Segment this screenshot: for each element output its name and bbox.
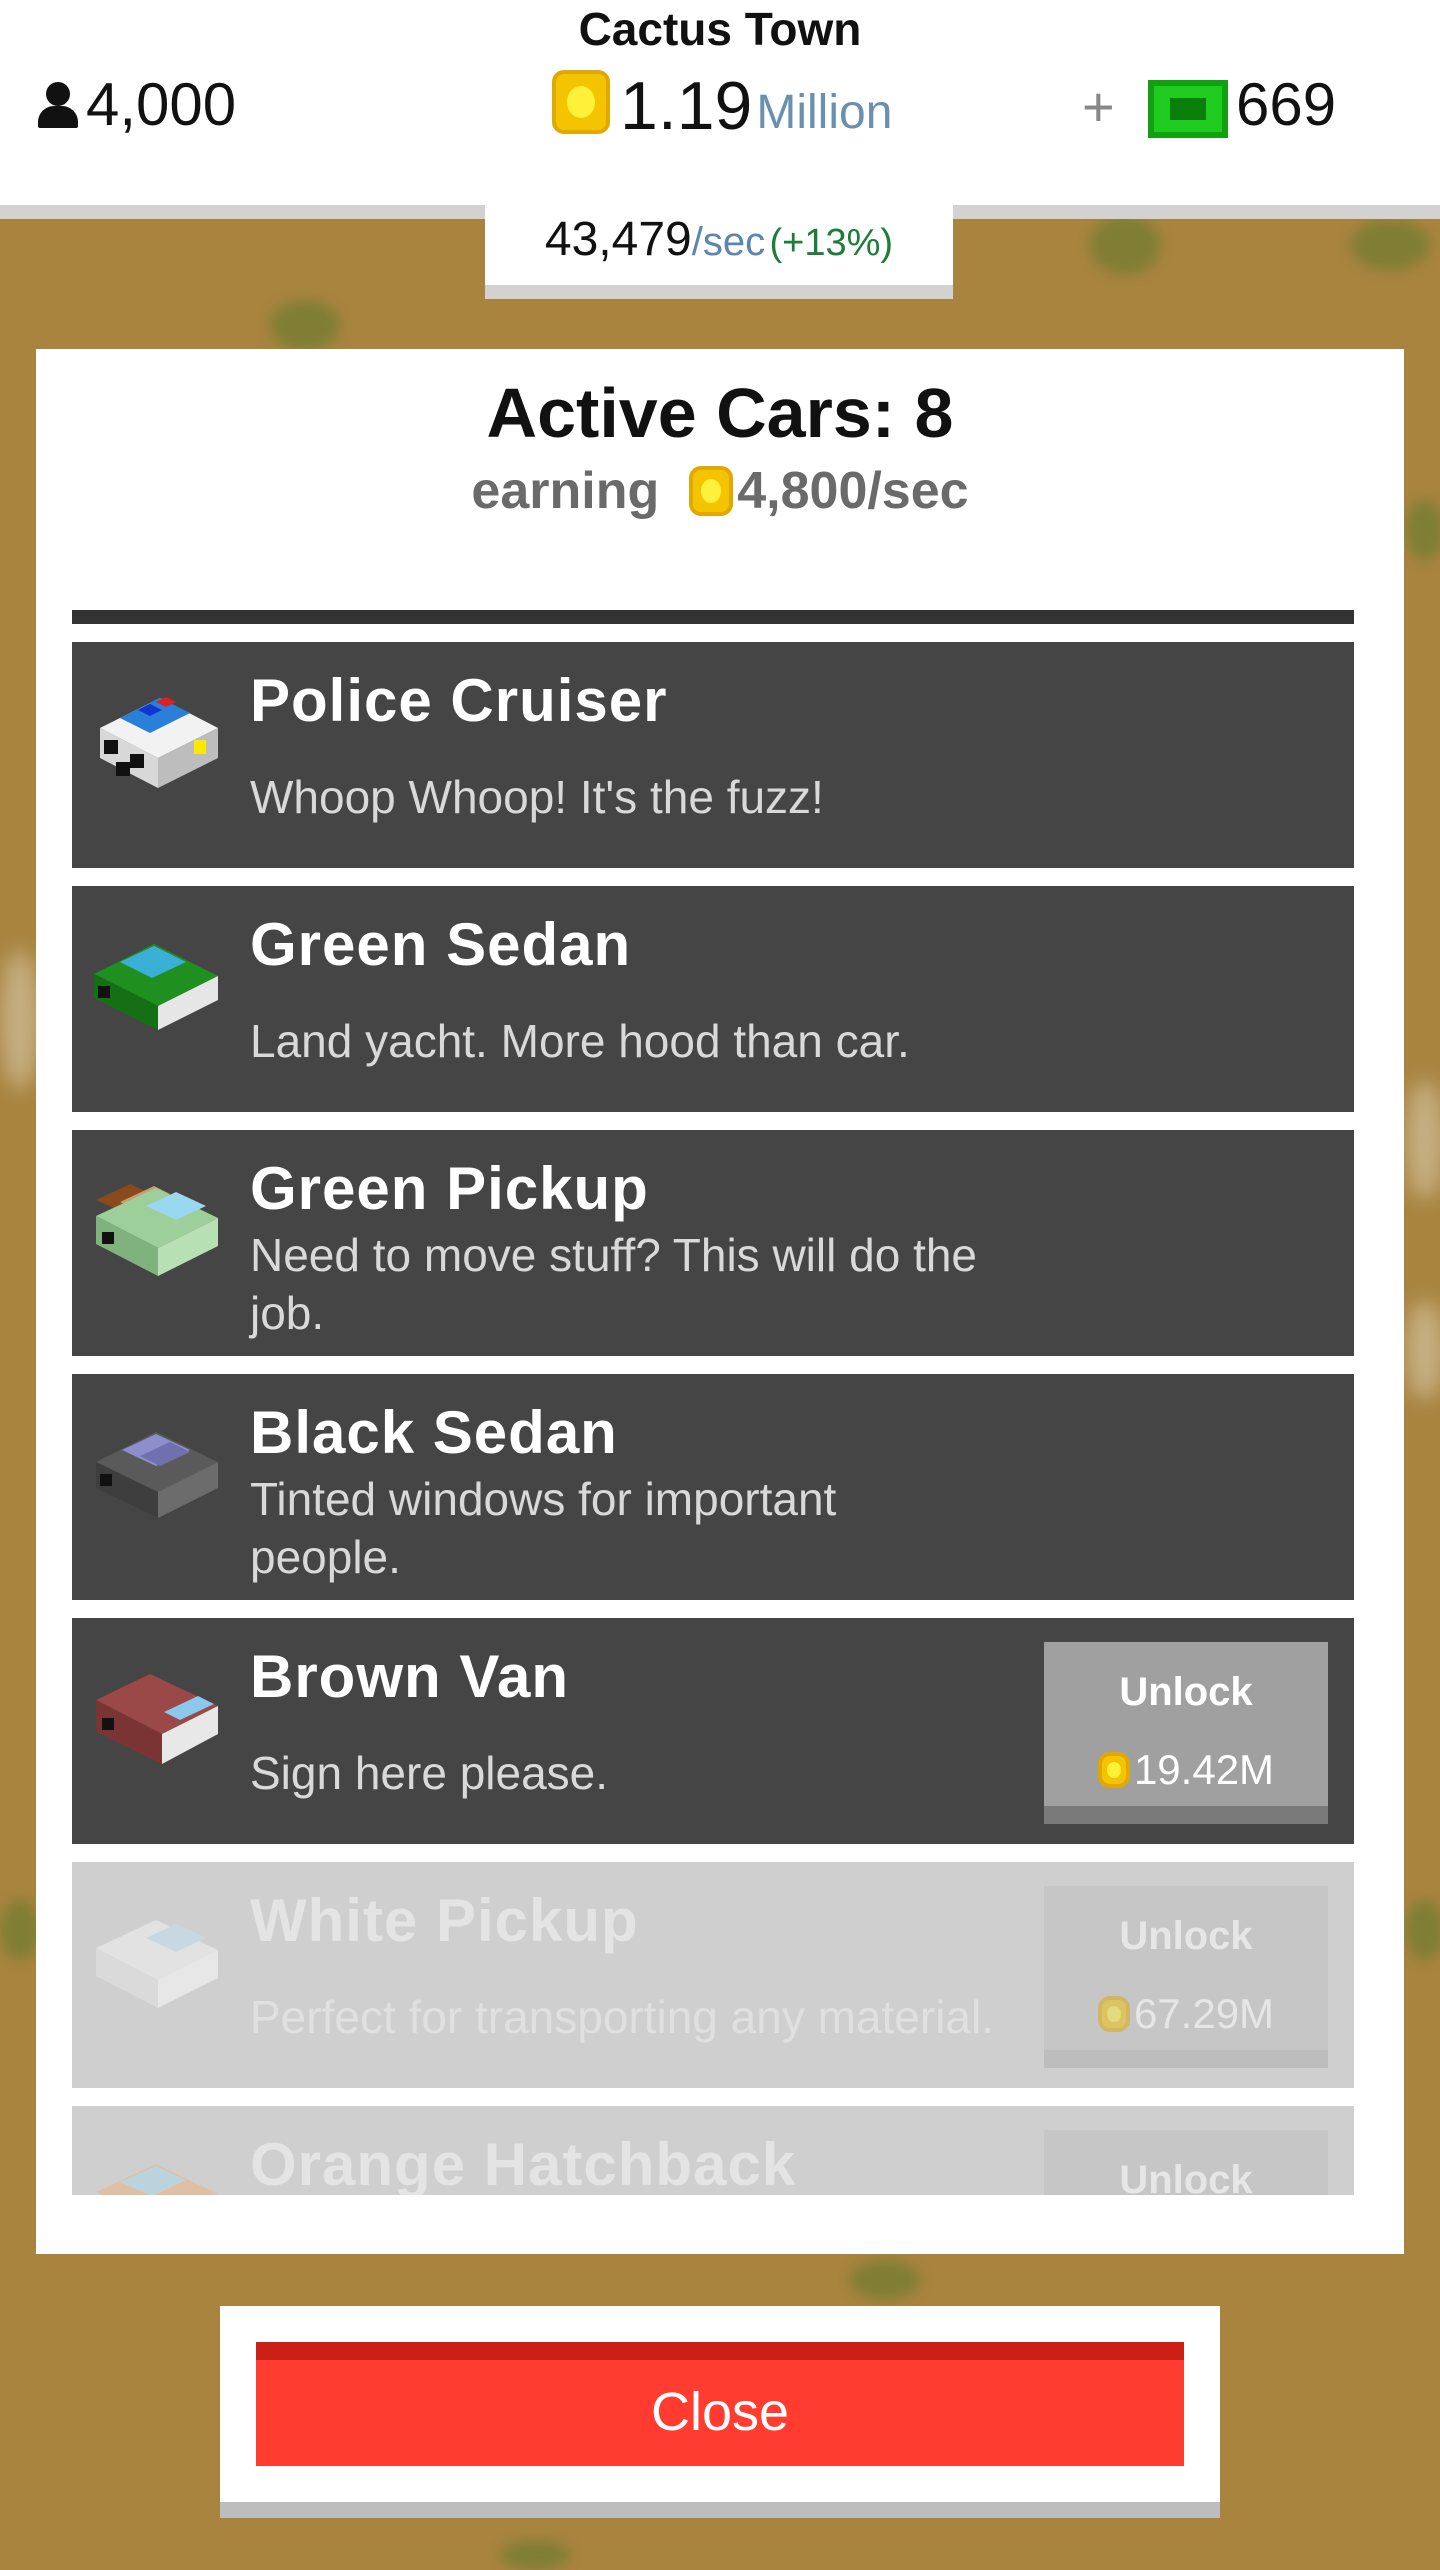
buy-gems-plus-button[interactable]: + <box>1082 74 1115 139</box>
price-value: 19.42M <box>1133 1746 1275 1793</box>
income-rate-badge: 43,479/sec (+13%) <box>485 205 953 299</box>
unlock-label: Unlock <box>1119 1914 1253 1958</box>
population-counter: 4,000 <box>36 70 236 139</box>
coin-icon <box>552 70 610 134</box>
car-description: Perfect for transporting any material. <box>250 1991 994 2043</box>
green-pickup-icon <box>96 1184 218 1276</box>
car-name: Black Sedan <box>250 1399 618 1466</box>
car-name: Brown Van <box>250 1643 570 1710</box>
car-row-white-pickup[interactable]: White Pickup Perfect for transporting an… <box>72 1862 1354 2088</box>
coin-icon <box>689 466 734 516</box>
unlock-button[interactable]: Unlock <box>1044 2130 1328 2195</box>
car-description: Land yacht. More hood than car. <box>250 1015 910 1067</box>
gem-count: 669 <box>1236 71 1337 138</box>
list-top-divider <box>72 610 1354 624</box>
close-button[interactable]: Close <box>256 2342 1184 2466</box>
car-name: Orange Hatchback <box>250 2131 797 2195</box>
price-value: 67.29M <box>1133 1990 1275 2037</box>
car-row-police-cruiser[interactable]: Police Cruiser Whoop Whoop! It's the fuz… <box>72 642 1354 868</box>
unlock-label: Unlock <box>1119 1670 1253 1714</box>
top-bar: Cactus Town 4,000 1.19 Million + 669 <box>0 0 1440 205</box>
rate-percent: (+13%) <box>769 222 894 264</box>
unlock-price: 67.29M <box>1044 1990 1328 2038</box>
unlock-price: 19.42M <box>1044 1746 1328 1794</box>
white-pickup-icon <box>96 1920 218 2008</box>
car-row-green-pickup[interactable]: Green Pickup Need to move stuff? This wi… <box>72 1130 1354 1356</box>
car-name: Green Pickup <box>250 1155 649 1222</box>
car-row-black-sedan[interactable]: Black Sedan Tinted windows for important… <box>72 1374 1354 1600</box>
rate-value: 43,479 <box>544 213 692 266</box>
car-description: Tinted windows for important people. <box>250 1473 837 1583</box>
car-description: Need to move stuff? This will do the job… <box>250 1229 978 1339</box>
money-unit: Million <box>756 86 893 140</box>
gem-icon[interactable] <box>1148 80 1228 138</box>
car-name: Green Sedan <box>250 911 632 978</box>
earning-summary: earning 4,800/sec <box>36 461 1404 521</box>
brown-van-icon <box>96 1674 218 1764</box>
car-description: Whoop Whoop! It's the fuzz! <box>250 771 824 823</box>
unlock-label: Unlock <box>1119 2158 1253 2195</box>
money-counter: 1.19 Million <box>552 70 892 140</box>
person-icon <box>36 80 80 130</box>
black-sedan-icon <box>96 1432 218 1518</box>
close-button-frame: Close <box>220 2306 1220 2518</box>
car-list[interactable]: Police Cruiser Whoop Whoop! It's the fuz… <box>72 610 1354 2195</box>
car-description: Sign here please. <box>250 1747 609 1799</box>
orange-hatchback-icon <box>96 2164 218 2195</box>
car-row-orange-hatchback[interactable]: Orange Hatchback Unlock <box>72 2106 1354 2195</box>
rate-unit: /sec <box>691 220 766 264</box>
coin-icon <box>1097 1996 1130 2032</box>
unlock-button[interactable]: Unlock 19.42M <box>1044 1642 1328 1824</box>
unlock-button[interactable]: Unlock 67.29M <box>1044 1886 1328 2068</box>
town-name: Cactus Town <box>578 3 862 55</box>
active-cars-panel: Active Cars: 8 earning 4,800/sec Police … <box>36 349 1404 2254</box>
population-value: 4,000 <box>86 71 237 138</box>
panel-title: Active Cars: 8 <box>486 374 954 452</box>
car-name: Police Cruiser <box>250 667 668 734</box>
money-value: 1.19 <box>620 68 753 144</box>
car-row-brown-van[interactable]: Brown Van Sign here please. Unlock 19.42… <box>72 1618 1354 1844</box>
car-row-green-sedan[interactable]: Green Sedan Land yacht. More hood than c… <box>72 886 1354 1112</box>
green-sedan-icon <box>94 944 218 1030</box>
coin-icon <box>1097 1752 1130 1788</box>
police-car-icon <box>100 697 218 788</box>
earning-value: 4,800/sec <box>737 462 969 520</box>
car-name: White Pickup <box>250 1887 639 1954</box>
earning-label: earning <box>471 462 660 520</box>
